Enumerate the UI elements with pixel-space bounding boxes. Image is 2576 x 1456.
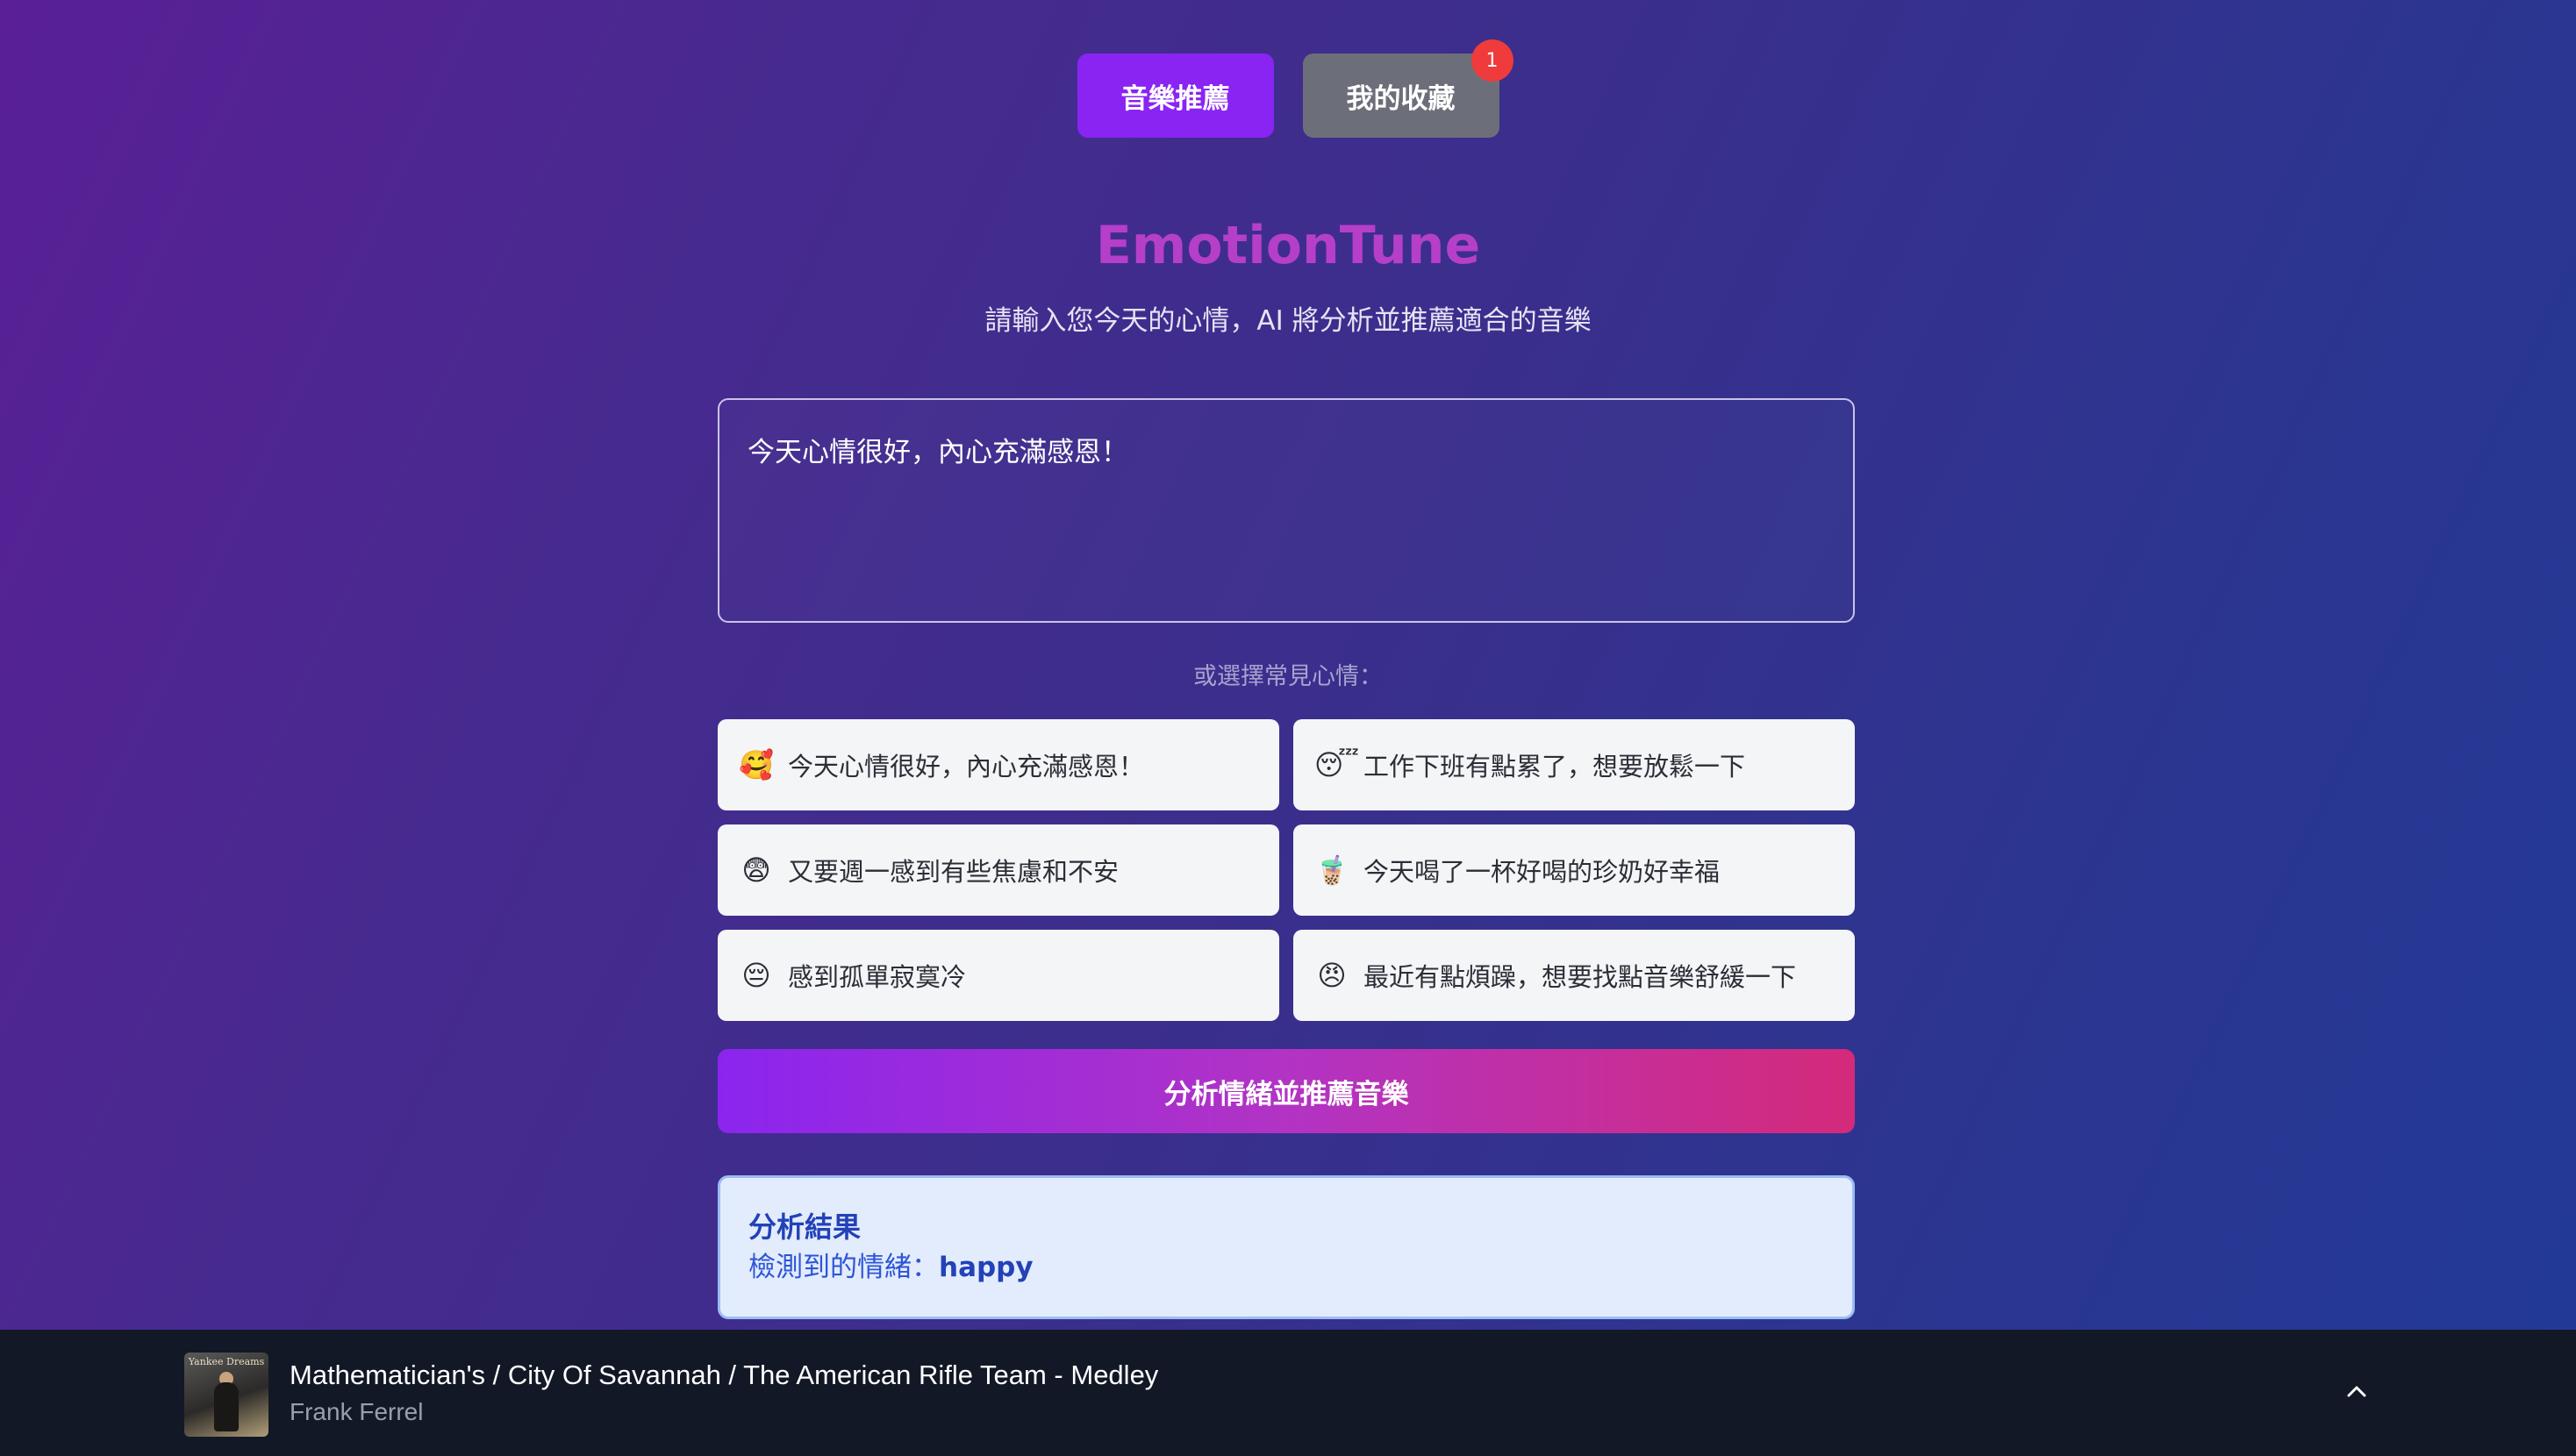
sleeping-face-icon: 😴 <box>1314 748 1360 782</box>
analysis-result-panel: 分析結果 檢測到的情緒：happy <box>718 1175 1855 1319</box>
music-recommend-label: 音樂推薦 <box>1120 82 1230 115</box>
top-nav: 音樂推薦 我的收藏 1 <box>0 39 2576 138</box>
album-cover-text: Yankee Dreams <box>188 1356 265 1367</box>
track-artist: Frank Ferrel <box>290 1398 424 1425</box>
bubble-tea-icon: 🧋 <box>1314 853 1349 887</box>
preset-mood-button[interactable]: 😨 又要週一感到有些焦慮和不安 <box>718 824 1279 916</box>
preset-mood-label: 今天心情很好，內心充滿感恩！ <box>788 752 1145 782</box>
favorites-tab[interactable]: 我的收藏 1 <box>1302 39 1513 138</box>
album-cover: Yankee Dreams <box>184 1353 268 1437</box>
mood-input[interactable]: 今天心情很好，內心充滿感恩！ <box>718 398 1855 623</box>
preset-mood-button[interactable]: 😠 最近有點煩躁，想要找點音樂舒緩一下 <box>1293 930 1855 1021</box>
preset-mood-label: 今天喝了一杯好喝的珍奶好幸福 <box>1363 857 1721 887</box>
page-subtitle: 請輸入您今天的心情，AI 將分析並推薦適合的音樂 <box>984 305 1592 337</box>
music-player-bar: Yankee Dreams Mathematician's / City Of … <box>0 1330 2576 1456</box>
preset-mood-button[interactable]: 🧋 今天喝了一杯好喝的珍奶好幸福 <box>1293 824 1855 916</box>
analyze-button[interactable]: 分析情緒並推薦音樂 <box>718 1049 1855 1133</box>
result-title: 分析結果 <box>748 1210 862 1244</box>
smiling-hearts-icon: 🥰 <box>739 748 774 782</box>
preset-mood-button[interactable]: 😴 工作下班有點累了，想要放鬆一下 <box>1293 719 1855 810</box>
track-title: Mathematician's / City Of Savannah / The… <box>290 1360 1159 1390</box>
preset-mood-label: 最近有點煩躁，想要找點音樂舒緩一下 <box>1363 962 1797 992</box>
favorites-label: 我的收藏 <box>1346 82 1456 115</box>
detected-emotion-value: happy <box>939 1252 1034 1283</box>
preset-mood-label: 工作下班有點累了，想要放鬆一下 <box>1363 752 1746 782</box>
favorites-count-badge: 1 <box>1470 39 1513 82</box>
fearful-face-icon: 😨 <box>741 853 771 887</box>
analyze-button-label: 分析情緒並推薦音樂 <box>1163 1078 1409 1110</box>
preset-mood-label: 感到孤單寂寞冷 <box>788 962 967 992</box>
chevron-up-icon[interactable] <box>2339 1374 2374 1409</box>
detected-emotion-line: 檢測到的情緒：happy <box>748 1246 1824 1288</box>
preset-mood-button[interactable]: 🥰 今天心情很好，內心充滿感恩！ <box>718 719 1279 810</box>
page-title: EmotionTune <box>1095 215 1481 276</box>
preset-mood-label: 又要週一感到有些焦慮和不安 <box>788 857 1120 887</box>
preset-moods-label: 或選擇常見心情： <box>1193 663 1383 690</box>
preset-mood-button[interactable]: 😔 感到孤單寂寞冷 <box>718 930 1279 1021</box>
pensive-face-icon: 😔 <box>741 959 771 992</box>
music-recommend-tab[interactable]: 音樂推薦 <box>1077 54 1274 138</box>
detected-emotion-prefix: 檢測到的情緒： <box>748 1252 939 1283</box>
preset-moods-grid: 🥰 今天心情很好，內心充滿感恩！ 😴 工作下班有點累了，想要放鬆一下 😨 又要週… <box>718 719 1855 1021</box>
angry-face-icon: 😠 <box>1317 959 1347 992</box>
